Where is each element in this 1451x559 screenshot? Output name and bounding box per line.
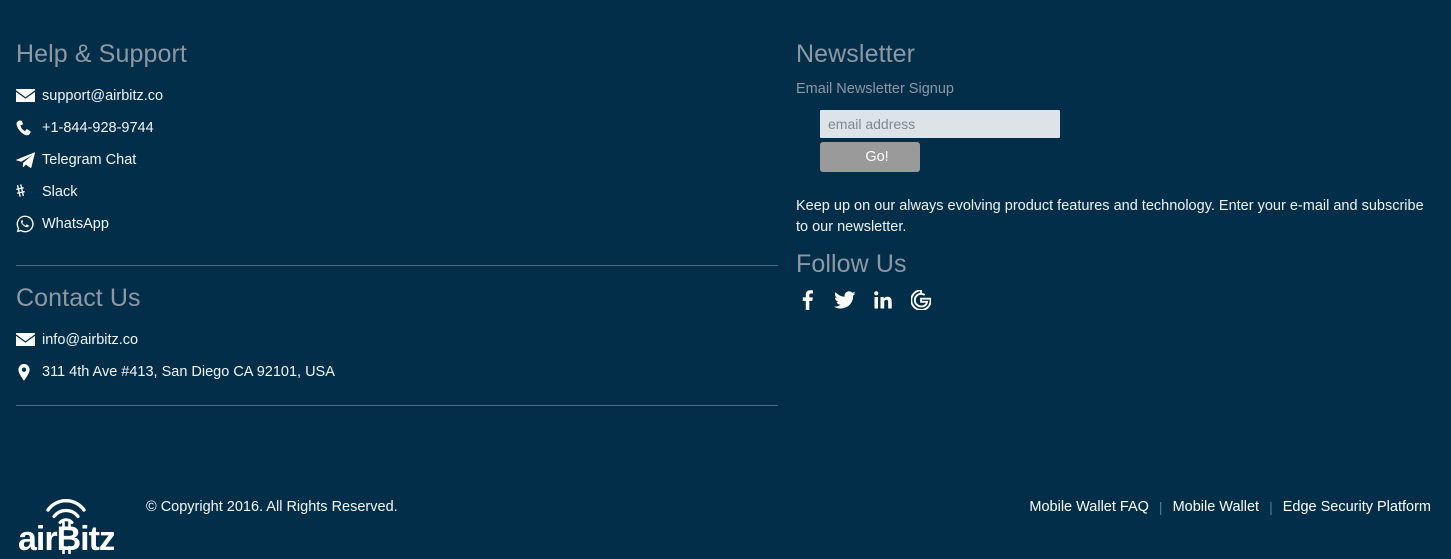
social-link-facebook[interactable]	[796, 288, 818, 312]
footer-link-mobile-wallet-faq[interactable]: Mobile Wallet FAQ	[1019, 500, 1159, 515]
help-item-email[interactable]: support@airbitz.co	[16, 80, 163, 112]
social-link-twitter[interactable]	[834, 288, 856, 312]
help-item-label: Telegram Chat	[42, 151, 137, 168]
footer-bottom-bar: airBitz © Copyright 2016. All Rights Res…	[0, 470, 1451, 559]
help-item-label: +1-844-928-9744	[42, 119, 154, 136]
contact-item-email[interactable]: info@airbitz.co	[16, 324, 335, 356]
divider-below-contact	[16, 405, 778, 406]
phone-icon	[16, 118, 42, 138]
site-footer: Help & Support support@airbitz.co +1-844…	[0, 0, 1451, 559]
social-link-google[interactable]	[910, 288, 932, 312]
social-links-row	[796, 288, 932, 312]
footer-link-edge-security-platform[interactable]: Edge Security Platform	[1273, 500, 1441, 515]
social-link-linkedin[interactable]	[872, 288, 894, 312]
newsletter-heading: Newsletter	[796, 40, 916, 68]
newsletter-submit-button[interactable]: Go!	[820, 142, 920, 172]
help-item-label: Slack	[42, 183, 78, 200]
whatsapp-icon	[16, 214, 42, 234]
help-item-label: support@airbitz.co	[42, 87, 164, 104]
help-item-phone[interactable]: +1-844-928-9744	[16, 112, 163, 144]
contact-item-label: info@airbitz.co	[42, 331, 139, 348]
newsletter-form: Go!	[820, 110, 1060, 172]
help-item-slack[interactable]: Slack	[16, 176, 163, 208]
contact-item-label: 311 4th Ave #413, San Diego CA 92101, US…	[42, 363, 335, 380]
google-icon	[911, 290, 931, 310]
contact-us-list: info@airbitz.co 311 4th Ave #413, San Di…	[16, 324, 335, 388]
help-support-heading: Help & Support	[16, 40, 187, 68]
divider-above-contact	[16, 265, 778, 266]
linkedin-icon	[873, 291, 893, 309]
copyright-text: © Copyright 2016. All Rights Reserved.	[146, 499, 398, 515]
footer-bottom-links: Mobile Wallet FAQ | Mobile Wallet | Edge…	[1019, 500, 1441, 515]
map-pin-icon	[16, 362, 42, 382]
help-item-telegram[interactable]: Telegram Chat	[16, 144, 163, 176]
email-input[interactable]	[820, 110, 1060, 138]
newsletter-signup-label: Email Newsletter Signup	[796, 81, 954, 97]
follow-us-heading: Follow Us	[796, 250, 907, 278]
help-item-label: WhatsApp	[42, 215, 109, 232]
help-support-list: support@airbitz.co +1-844-928-9744 Teleg…	[16, 80, 163, 240]
facebook-icon	[802, 290, 813, 310]
airbitz-logo[interactable]: airBitz	[18, 492, 114, 554]
svg-text:airBitz: airBitz	[18, 520, 114, 554]
twitter-icon	[834, 291, 856, 309]
contact-us-heading: Contact Us	[16, 284, 141, 312]
newsletter-description: Keep up on our always evolving product f…	[796, 198, 1424, 235]
telegram-icon	[16, 150, 42, 170]
slack-icon	[16, 182, 42, 202]
envelope-icon	[16, 330, 42, 350]
contact-item-address[interactable]: 311 4th Ave #413, San Diego CA 92101, US…	[16, 356, 335, 388]
help-item-whatsapp[interactable]: WhatsApp	[16, 208, 163, 240]
envelope-icon	[16, 86, 42, 106]
footer-link-mobile-wallet[interactable]: Mobile Wallet	[1163, 500, 1270, 515]
